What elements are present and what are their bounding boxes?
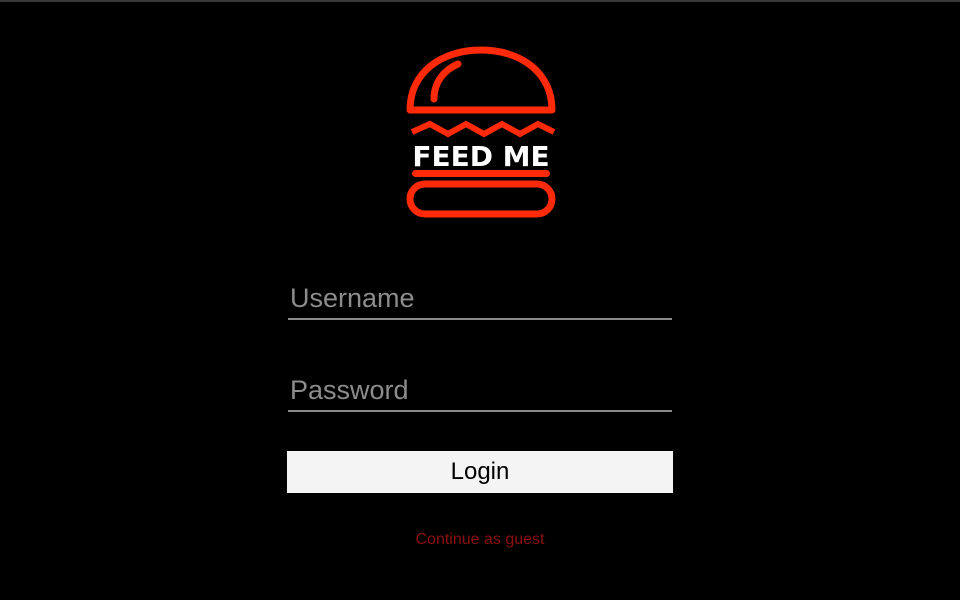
login-page: FEED ME Login Continue as guest	[0, 0, 960, 600]
password-field-wrapper	[288, 370, 672, 412]
logo-text: FEED ME	[412, 140, 549, 173]
window-top-border	[0, 0, 960, 2]
burger-icon: FEED ME	[406, 46, 556, 218]
login-button[interactable]: Login	[287, 451, 673, 493]
password-input[interactable]	[288, 370, 672, 410]
continue-as-guest-link[interactable]: Continue as guest	[0, 531, 960, 549]
username-input[interactable]	[288, 278, 672, 318]
username-field-wrapper	[288, 278, 672, 320]
feed-me-logo: FEED ME	[404, 44, 558, 222]
